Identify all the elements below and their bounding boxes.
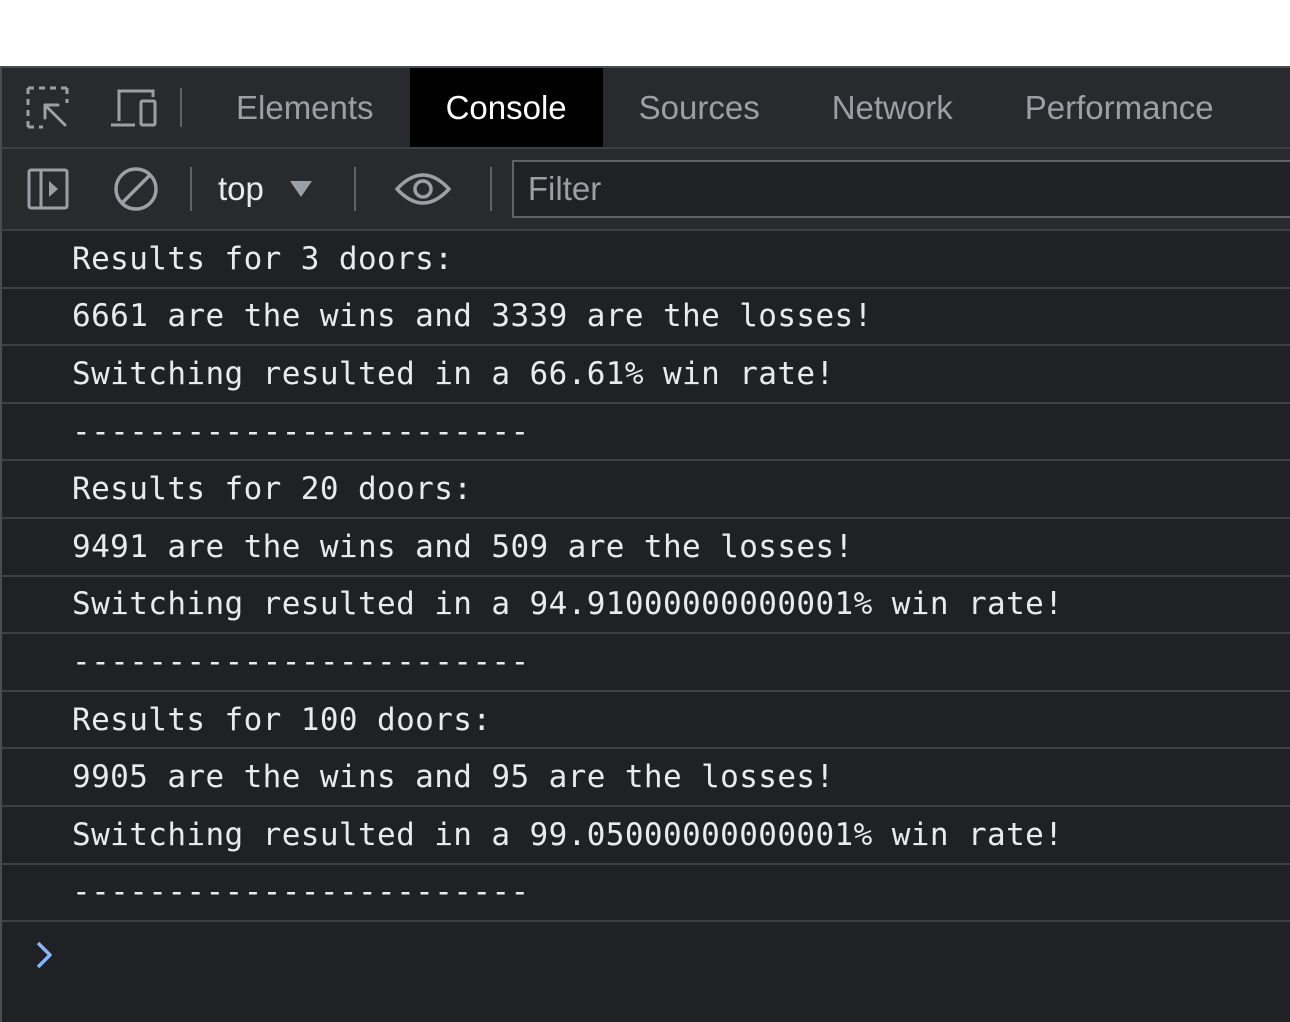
console-prompt-chevron-icon — [36, 941, 52, 969]
devtools-panel: Elements Console Sources Network Perform… — [0, 66, 1290, 1022]
device-toolbar-icon — [111, 89, 157, 126]
live-expression-button[interactable] — [368, 149, 478, 229]
tab-performance[interactable]: Performance — [989, 68, 1250, 147]
context-label: top — [218, 170, 264, 207]
tab-sources[interactable]: Sources — [603, 68, 796, 147]
console-message: Switching resulted in a 66.61% win rate! — [2, 346, 1290, 404]
inspect-element-icon — [26, 86, 69, 128]
toolbar-divider — [489, 167, 492, 211]
toolbar-divider — [190, 167, 192, 211]
tab-bar-divider — [180, 88, 182, 127]
console-message: Switching resulted in a 94.9100000000000… — [2, 577, 1290, 635]
tab-console[interactable]: Console — [409, 68, 603, 147]
sidebar-toggle-icon — [27, 168, 69, 210]
eye-icon — [394, 173, 451, 205]
inspect-element-button[interactable] — [2, 68, 94, 147]
console-prompt[interactable] — [2, 922, 1290, 988]
filter-input[interactable] — [511, 160, 1290, 218]
console-message: 9491 are the wins and 509 are the losses… — [2, 519, 1290, 577]
tab-elements[interactable]: Elements — [200, 68, 410, 147]
console-message: ------------------------ — [2, 404, 1290, 462]
console-output: Results for 3 doors: 6661 are the wins a… — [2, 231, 1290, 988]
console-toolbar: top — [2, 149, 1290, 231]
device-toolbar-button[interactable] — [94, 68, 174, 147]
console-message: Results for 3 doors: — [2, 231, 1290, 289]
console-message: Results for 20 doors: — [2, 461, 1290, 519]
context-selector[interactable]: top — [204, 149, 342, 229]
toolbar-divider — [353, 167, 356, 211]
console-message: Switching resulted in a 99.0500000000000… — [2, 807, 1290, 865]
console-message: Results for 100 doors: — [2, 692, 1290, 750]
console-message: 6661 are the wins and 3339 are the losse… — [2, 289, 1290, 347]
sidebar-toggle-button[interactable] — [2, 149, 94, 229]
console-message: ------------------------ — [2, 634, 1290, 692]
tab-network[interactable]: Network — [796, 68, 989, 147]
dropdown-arrow-icon — [289, 181, 312, 197]
devtools-tab-bar: Elements Console Sources Network Perform… — [2, 68, 1290, 149]
console-message: ------------------------ — [2, 865, 1290, 923]
console-message: 9905 are the wins and 95 are the losses! — [2, 749, 1290, 807]
clear-console-button[interactable] — [94, 149, 178, 229]
clear-console-icon — [114, 167, 158, 211]
